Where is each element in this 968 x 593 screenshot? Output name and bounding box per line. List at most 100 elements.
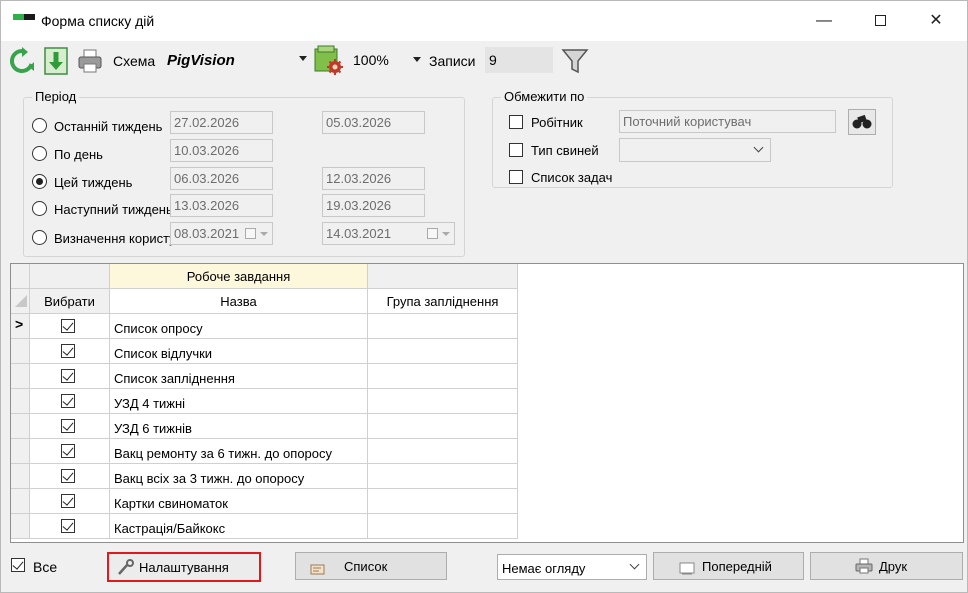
band-header-text: Робоче завдання: [186, 269, 291, 284]
col-header-name[interactable]: Назва: [110, 289, 368, 314]
row-header[interactable]: [11, 514, 30, 539]
name-cell[interactable]: УЗД 6 тижнів: [110, 414, 368, 439]
chevron-down-icon[interactable]: [442, 232, 450, 236]
grid-select-all-corner[interactable]: [11, 289, 30, 314]
row-select-checkbox[interactable]: [61, 344, 75, 358]
window-title: Форма списку дій: [41, 13, 155, 29]
maximize-button[interactable]: [857, 7, 903, 35]
row-select-checkbox[interactable]: [61, 469, 75, 483]
previous-button[interactable]: Попередній: [653, 552, 804, 580]
print-icon[interactable]: [77, 47, 103, 75]
print-button[interactable]: Друк: [810, 552, 963, 580]
radio-label: Цей тиждень: [54, 175, 133, 190]
name-cell[interactable]: Вакц ремонту за 6 тижн. до опоросу: [110, 439, 368, 464]
download-icon[interactable]: [43, 47, 69, 75]
row-select-checkbox[interactable]: [61, 519, 75, 533]
row-header[interactable]: [11, 414, 30, 439]
settings-button-label: Налаштування: [139, 560, 229, 575]
close-icon: ✕: [929, 12, 943, 29]
task-list-checkbox[interactable]: [509, 170, 523, 184]
radio-button[interactable]: [32, 118, 47, 133]
filter-icon[interactable]: [561, 47, 589, 75]
radio-button-checked[interactable]: [32, 174, 47, 189]
corner-triangle-icon: [15, 295, 27, 307]
records-count-field: 9: [485, 47, 553, 73]
name-cell[interactable]: Список відлучки: [110, 339, 368, 364]
list-button[interactable]: Список: [295, 552, 447, 580]
row-header[interactable]: [11, 489, 30, 514]
date-from-this-week: 06.03.2026: [170, 167, 273, 190]
calendar-icon[interactable]: [427, 228, 438, 239]
row-select-checkbox[interactable]: [61, 369, 75, 383]
print-button-label: Друк: [879, 559, 908, 574]
task-name: Список опросу: [114, 321, 203, 336]
main-window: Форма списку дій — ✕ Схема PigVision 100…: [0, 0, 968, 593]
group-cell[interactable]: [368, 439, 518, 464]
name-cell[interactable]: Список запліднення: [110, 364, 368, 389]
worker-checkbox[interactable]: [509, 115, 523, 129]
name-cell[interactable]: Кастрація/Байкокс: [110, 514, 368, 539]
name-cell[interactable]: Вакц всіх за 3 тижн. до опоросу: [110, 464, 368, 489]
date-picker-from[interactable]: 08.03.2021: [170, 222, 273, 245]
select-cell: [30, 364, 110, 389]
pig-type-label: Тип свиней: [531, 143, 599, 158]
row-select-checkbox[interactable]: [61, 394, 75, 408]
close-button[interactable]: ✕: [913, 7, 959, 35]
row-header[interactable]: [11, 339, 30, 364]
select-all-checkbox[interactable]: [11, 558, 25, 572]
row-header[interactable]: [11, 364, 30, 389]
pig-type-checkbox[interactable]: [509, 143, 523, 157]
date-picker-to[interactable]: 14.03.2021: [322, 222, 455, 245]
refresh-icon[interactable]: [9, 47, 35, 75]
col-header-select[interactable]: Вибрати: [30, 289, 110, 314]
zoom-select[interactable]: 100%: [347, 47, 425, 73]
radio-button[interactable]: [32, 146, 47, 161]
group-cell[interactable]: [368, 414, 518, 439]
group-cell[interactable]: [368, 489, 518, 514]
calendar-icon[interactable]: [245, 228, 256, 239]
row-select-checkbox[interactable]: [61, 319, 75, 333]
row-select-checkbox[interactable]: [61, 444, 75, 458]
band-empty: [30, 264, 110, 289]
name-cell[interactable]: УЗД 4 тижні: [110, 389, 368, 414]
minimize-icon: —: [816, 12, 832, 29]
group-cell[interactable]: [368, 314, 518, 339]
group-cell[interactable]: [368, 364, 518, 389]
name-cell[interactable]: Список опросу: [110, 314, 368, 339]
task-name: УЗД 6 тижнів: [114, 421, 192, 436]
binoculars-icon: [852, 114, 872, 129]
radio-button[interactable]: [32, 201, 47, 216]
scheme-select[interactable]: PigVision: [161, 47, 311, 73]
minimize-button[interactable]: —: [801, 7, 847, 35]
task-name: Картки свиноматок: [114, 496, 228, 511]
row-header[interactable]: [11, 464, 30, 489]
group-cell[interactable]: [368, 389, 518, 414]
settings-button[interactable]: Налаштування: [107, 552, 261, 582]
review-select[interactable]: Немає огляду: [497, 554, 647, 580]
pick-user-button[interactable]: [848, 109, 876, 135]
row-header[interactable]: >: [11, 314, 30, 339]
row-header[interactable]: [11, 439, 30, 464]
name-cell[interactable]: Картки свиноматок: [110, 489, 368, 514]
chevron-down-icon[interactable]: [260, 232, 268, 236]
maximize-icon: [874, 15, 886, 27]
radio-label: Визначення користувачем: [54, 231, 172, 246]
radio-button[interactable]: [32, 230, 47, 245]
group-cell[interactable]: [368, 514, 518, 539]
chevron-down-icon: [413, 57, 421, 62]
title-bar: Форма списку дій — ✕: [1, 1, 967, 41]
records-label: Записи: [429, 53, 476, 69]
date-from-next-week: 13.03.2026: [170, 194, 273, 217]
group-cell[interactable]: [368, 464, 518, 489]
limit-group: Обмежити по Робітник Поточний користувач…: [492, 89, 893, 188]
limit-group-title: Обмежити по: [501, 89, 588, 104]
pig-type-select[interactable]: [619, 138, 771, 162]
col-header-group[interactable]: Група запліднення: [368, 289, 518, 314]
row-select-checkbox[interactable]: [61, 494, 75, 508]
row-select-checkbox[interactable]: [61, 419, 75, 433]
task-name: Список запліднення: [114, 371, 235, 386]
group-cell[interactable]: [368, 339, 518, 364]
row-header[interactable]: [11, 389, 30, 414]
scheme-settings-icon[interactable]: [314, 45, 344, 75]
select-cell: [30, 439, 110, 464]
